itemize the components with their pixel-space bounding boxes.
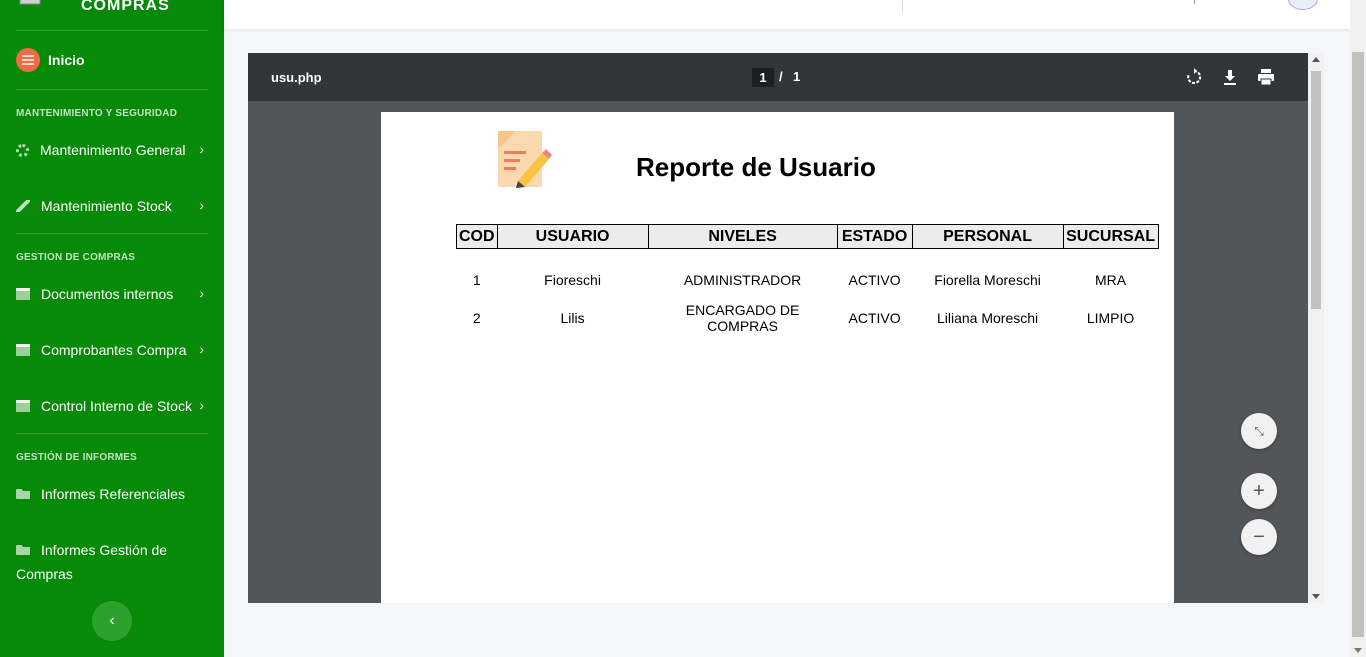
document-edit-icon xyxy=(498,131,552,188)
cell-sucursal: LIMPIO xyxy=(1086,309,1135,326)
sidebar-item-documentos-internos[interactable]: Documentos internos › xyxy=(16,283,208,305)
sidebar-item-label: Documentos internos xyxy=(41,286,174,302)
scroll-down-icon[interactable] xyxy=(1354,648,1362,653)
pdf-viewer: usu.php 1 / 1 Reporte de Usuario COD USU… xyxy=(248,53,1324,603)
cell-sucursal: MRA xyxy=(1095,271,1127,288)
chevron-right-icon: › xyxy=(199,397,204,413)
minus-icon: − xyxy=(1253,525,1265,548)
fit-page-button[interactable]: ⤡ xyxy=(1241,413,1277,449)
archive-icon xyxy=(16,344,30,356)
page-scrollbar[interactable] xyxy=(1350,0,1366,657)
sidebar-item-label: Informes Gestión de Compras xyxy=(16,542,168,582)
sidebar-item-inicio[interactable]: Inicio xyxy=(16,48,85,72)
sidebar-item-label: Mantenimiento Stock xyxy=(41,198,172,214)
cell-estado: ACTIVO xyxy=(848,309,901,326)
list-icon xyxy=(16,48,40,72)
page-separator: / xyxy=(779,69,783,84)
column-header-usuario: USUARIO xyxy=(496,224,649,249)
pdf-scrollbar[interactable] xyxy=(1308,53,1324,603)
sidebar-item-mantenimiento-stock[interactable]: Mantenimiento Stock › xyxy=(16,195,208,217)
table-row: 1 Fioreschi ADMINISTRADOR ACTIVO Fiorell… xyxy=(457,249,1159,299)
column-header-cod: COD xyxy=(456,224,498,249)
user-avatar[interactable] xyxy=(1288,0,1318,10)
section-header-compras: GESTION DE COMPRAS xyxy=(16,252,136,263)
report-table: COD USUARIO NIVELES ESTADO PERSONAL SUCU… xyxy=(456,224,1159,337)
table-header-row: COD USUARIO NIVELES ESTADO PERSONAL SUCU… xyxy=(456,224,1159,249)
archive-icon xyxy=(16,400,30,412)
chevron-right-icon: › xyxy=(199,197,204,213)
sidebar-item-label: Inicio xyxy=(48,52,85,68)
pdf-page: Reporte de Usuario COD USUARIO NIVELES E… xyxy=(381,112,1174,603)
column-header-estado: ESTADO xyxy=(836,224,913,249)
scrollbar-thumb[interactable] xyxy=(1311,71,1321,309)
sidebar-item-label: Control Interno de Stock xyxy=(41,398,192,414)
archive-icon xyxy=(16,288,30,300)
cell-cod: 2 xyxy=(472,309,481,326)
plus-icon: + xyxy=(1253,479,1265,502)
sidebar-divider xyxy=(16,89,208,90)
sidebar-item-mantenimiento-general[interactable]: Mantenimiento General › xyxy=(16,139,208,161)
chevron-right-icon: › xyxy=(199,141,204,157)
cell-niveles: ADMINISTRADOR xyxy=(683,271,802,288)
gear-icon xyxy=(16,143,29,157)
cell-estado: ACTIVO xyxy=(848,271,901,288)
report-title: Reporte de Usuario xyxy=(636,152,876,182)
chevron-right-icon: › xyxy=(199,341,204,357)
cell-personal: Liliana Moreschi xyxy=(936,309,1039,326)
page-number-input[interactable]: 1 xyxy=(752,68,774,87)
download-icon[interactable] xyxy=(1221,68,1239,86)
cell-usuario: Lilis xyxy=(560,309,585,326)
cell-personal: Fiorella Moreschi xyxy=(934,271,1041,288)
cell-cod: 1 xyxy=(472,271,481,288)
folder-icon xyxy=(16,489,30,499)
table-row: 2 Lilis ENCARGADO DE COMPRAS ACTIVO Lili… xyxy=(457,299,1159,337)
cell-usuario: Fioreschi xyxy=(544,271,601,288)
scrollbar-thumb[interactable] xyxy=(1352,52,1364,637)
navbar-divider xyxy=(902,0,903,12)
sidebar-divider xyxy=(16,433,208,434)
sidebar-item-informes-gestion[interactable]: Informes Gestión de Compras xyxy=(16,538,208,586)
print-icon[interactable] xyxy=(1257,68,1275,86)
sidebar-collapse-button[interactable]: ‹ xyxy=(92,601,132,641)
sidebar-item-control-interno-stock[interactable]: Control Interno de Stock › xyxy=(16,395,208,417)
sidebar-item-label: Mantenimiento General xyxy=(40,142,186,158)
scroll-up-icon[interactable] xyxy=(1312,57,1320,62)
cell-niveles: ENCARGADO DE COMPRAS xyxy=(685,301,800,334)
wrench-icon xyxy=(16,200,30,212)
scroll-down-icon[interactable] xyxy=(1312,594,1320,599)
section-header-informes: GESTIÓN DE INFORMES xyxy=(16,452,138,463)
rotate-icon[interactable] xyxy=(1185,68,1203,86)
pdf-filename: usu.php xyxy=(271,70,322,85)
column-header-niveles: NIVELES xyxy=(647,224,838,249)
zoom-out-button[interactable]: − xyxy=(1241,519,1277,555)
folder-icon xyxy=(16,545,30,555)
sidebar-divider xyxy=(16,30,208,31)
brand-title: COMPRAS xyxy=(81,0,170,14)
sidebar-item-comprobantes-compra[interactable]: Comprobantes Compra › xyxy=(16,339,208,361)
section-header-mantenimiento: MANTENIMIENTO Y SEGURIDAD xyxy=(16,108,178,119)
brand[interactable]: COMPRAS xyxy=(0,0,224,30)
zoom-in-button[interactable]: + xyxy=(1241,473,1277,509)
column-header-personal: PERSONAL xyxy=(911,224,1064,249)
chevron-right-icon: › xyxy=(199,285,204,301)
sidebar-divider xyxy=(16,233,208,234)
chevron-left-icon: ‹ xyxy=(109,612,115,629)
pdf-toolbar: usu.php 1 / 1 xyxy=(248,53,1308,101)
cart-logo-icon xyxy=(19,0,41,5)
fit-page-icon: ⤡ xyxy=(1254,423,1264,438)
column-header-sucursal: SUCURSAL xyxy=(1062,224,1159,249)
navbar-divider xyxy=(1194,0,1195,4)
sidebar: COMPRAS Inicio MANTENIMIENTO Y SEGURIDAD… xyxy=(0,0,224,657)
page-total: 1 xyxy=(793,69,801,84)
sidebar-item-label: Informes Referenciales xyxy=(41,486,185,502)
sidebar-item-informes-referenciales[interactable]: Informes Referenciales xyxy=(16,483,208,505)
sidebar-item-label: Comprobantes Compra xyxy=(41,342,187,358)
top-navbar xyxy=(224,0,1350,29)
